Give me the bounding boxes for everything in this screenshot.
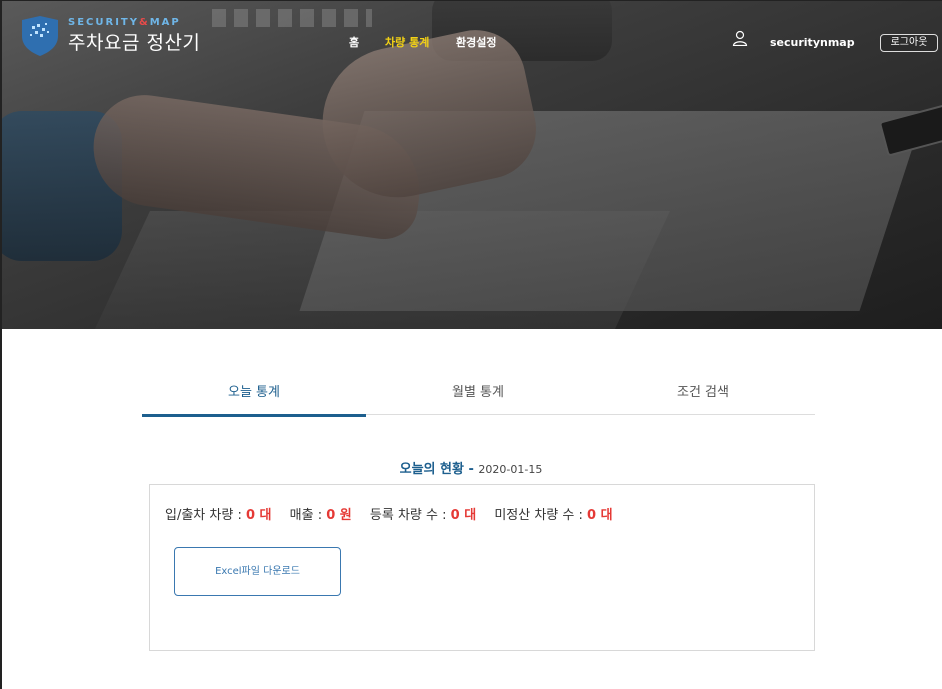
brand-english: SECURITY&MAP	[68, 17, 181, 28]
username: securitynmap	[770, 36, 855, 49]
logout-button[interactable]: 로그아웃	[880, 34, 938, 52]
tab-condition-search[interactable]: 조건 검색	[591, 381, 815, 415]
stats-tabs: 오늘 통계 월별 통계 조건 검색	[142, 375, 815, 417]
status-date-separator: -	[463, 462, 479, 477]
stat-in-out-vehicles: 입/출차 차량 : 0 대	[165, 508, 272, 523]
shield-logo-icon	[22, 16, 58, 56]
nav-item-vehicle-stats[interactable]: 차량 통계	[385, 34, 429, 50]
logo[interactable]: SECURITY&MAP 주차요금 정산기	[18, 16, 200, 56]
nav-item-settings[interactable]: 환경설정	[456, 34, 496, 50]
stats-line: 입/출차 차량 : 0 대 매출 : 0 원 등록 차량 수 : 0 대 미정산…	[165, 504, 627, 523]
stat-sales: 매출 : 0 원	[289, 508, 352, 523]
status-heading: 오늘의 현황 - 2020-01-15	[0, 458, 942, 477]
app-title: 주차요금 정산기	[68, 32, 201, 54]
hero-phone	[878, 101, 942, 157]
stat-unpaid-vehicles: 미정산 차량 수 : 0 대	[494, 508, 613, 523]
stat-registered-vehicles: 등록 차량 수 : 0 대	[369, 508, 477, 523]
status-panel: 입/출차 차량 : 0 대 매출 : 0 원 등록 차량 수 : 0 대 미정산…	[149, 484, 815, 651]
hero-keyboard	[212, 9, 372, 27]
status-date: 2020-01-15	[478, 463, 543, 476]
user-area: securitynmap	[732, 30, 855, 49]
tab-today-stats[interactable]: 오늘 통계	[142, 381, 366, 417]
excel-download-button[interactable]: Excel파일 다운로드	[174, 547, 341, 596]
status-heading-text: 오늘의 현황	[399, 462, 464, 477]
tab-monthly-stats[interactable]: 월별 통계	[366, 381, 590, 415]
user-icon[interactable]	[732, 30, 748, 46]
nav-item-home[interactable]: 홈	[349, 34, 359, 50]
